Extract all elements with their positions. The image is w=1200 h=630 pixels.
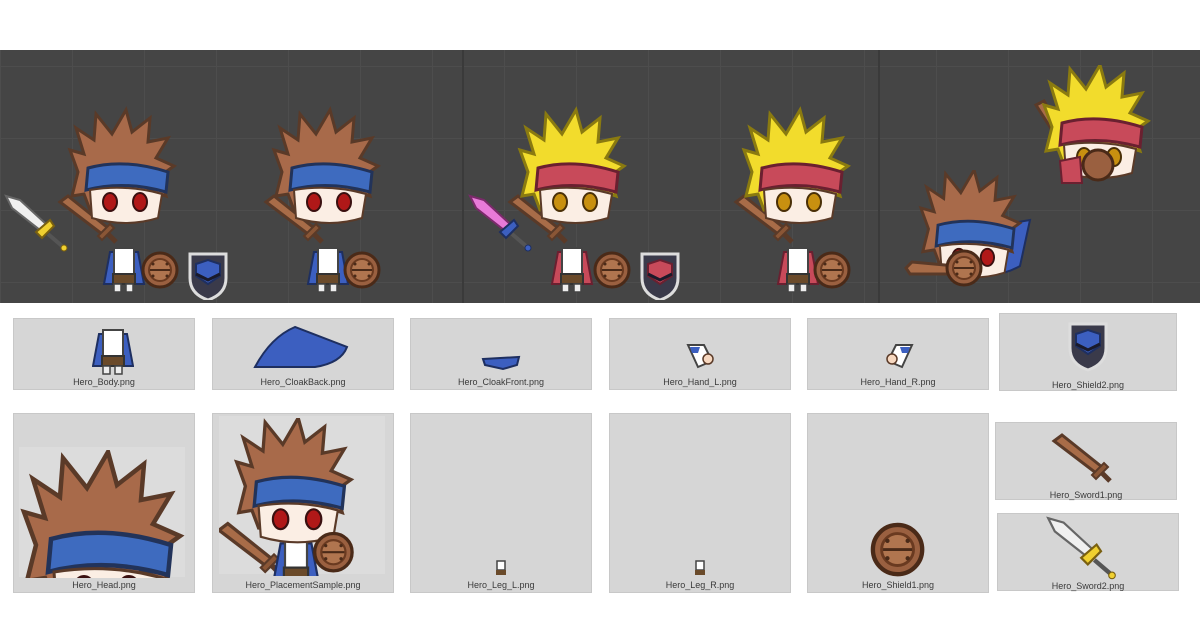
hero-shield2-thumbnail <box>1068 322 1108 372</box>
hero-body-thumbnail <box>92 329 134 375</box>
hero-placementsample-thumbnail <box>219 418 354 576</box>
hero-sword2-thumbnail <box>1046 516 1126 580</box>
asset-tile-hero-leg-l[interactable]: Hero_Leg_L.png <box>410 413 592 593</box>
asset-tile-hero-sword1[interactable]: Hero_Sword1.png <box>995 422 1177 500</box>
asset-filename: Hero_Sword2.png <box>1051 581 1125 591</box>
asset-filename: Hero_Shield2.png <box>1051 380 1125 390</box>
asset-filename: Hero_PlacementSample.png <box>245 580 361 590</box>
asset-tile-hero-leg-r[interactable]: Hero_Leg_R.png <box>609 413 791 593</box>
asset-tile-hero-placementsample[interactable]: Hero_PlacementSample.png <box>212 413 394 593</box>
hero-brown-full-equipment <box>4 108 228 300</box>
hero-cloakback-thumbnail <box>253 325 349 368</box>
asset-filename: Hero_Sword1.png <box>1049 490 1123 500</box>
hero-shield1-thumbnail <box>870 522 926 578</box>
asset-filename: Hero_Shield1.png <box>861 580 935 590</box>
asset-tile-hero-shield1[interactable]: Hero_Shield1.png <box>807 413 989 593</box>
hero-head-thumbnail <box>20 450 190 578</box>
asset-filename: Hero_CloakFront.png <box>457 377 545 387</box>
scene-divider <box>462 50 464 303</box>
asset-tile-hero-head[interactable]: Hero_Head.png <box>13 413 195 593</box>
hero-hand-l-thumbnail <box>686 344 714 369</box>
sprite-preview-scene[interactable] <box>0 50 1200 303</box>
asset-filename: Hero_Body.png <box>73 377 135 387</box>
hero-blonde <box>732 108 851 293</box>
hero-blonde-full-equipment <box>468 108 680 300</box>
asset-filename: Hero_Hand_L.png <box>663 377 737 387</box>
hero-leg-r-thumbnail <box>695 560 705 575</box>
hero-leg-l-thumbnail <box>496 560 506 575</box>
asset-tile-hero-cloakback[interactable]: Hero_CloakBack.png <box>212 318 394 390</box>
asset-filename: Hero_Hand_R.png <box>860 377 936 387</box>
asset-filename: Hero_Head.png <box>72 580 136 590</box>
asset-tile-hero-hand-r[interactable]: Hero_Hand_R.png <box>807 318 989 390</box>
hero-brown <box>262 108 381 293</box>
asset-filename: Hero_Leg_L.png <box>467 580 535 590</box>
hero-cloakfront-thumbnail <box>481 355 521 371</box>
asset-tile-hero-cloakfront[interactable]: Hero_CloakFront.png <box>410 318 592 390</box>
asset-filename: Hero_Leg_R.png <box>665 580 735 590</box>
hero-hand-r-thumbnail <box>886 344 914 369</box>
asset-tile-hero-sword2[interactable]: Hero_Sword2.png <box>997 513 1179 591</box>
asset-tile-hero-hand-l[interactable]: Hero_Hand_L.png <box>609 318 791 390</box>
hero-blonde-jump-pose <box>1033 65 1150 184</box>
asset-tile-hero-body[interactable]: Hero_Body.png <box>13 318 195 390</box>
asset-filename: Hero_CloakBack.png <box>260 377 346 387</box>
hero-sword1-thumbnail <box>1050 431 1120 487</box>
hero-brown-dash-pose <box>904 170 1032 287</box>
asset-tile-hero-shield2[interactable]: Hero_Shield2.png <box>999 313 1177 391</box>
